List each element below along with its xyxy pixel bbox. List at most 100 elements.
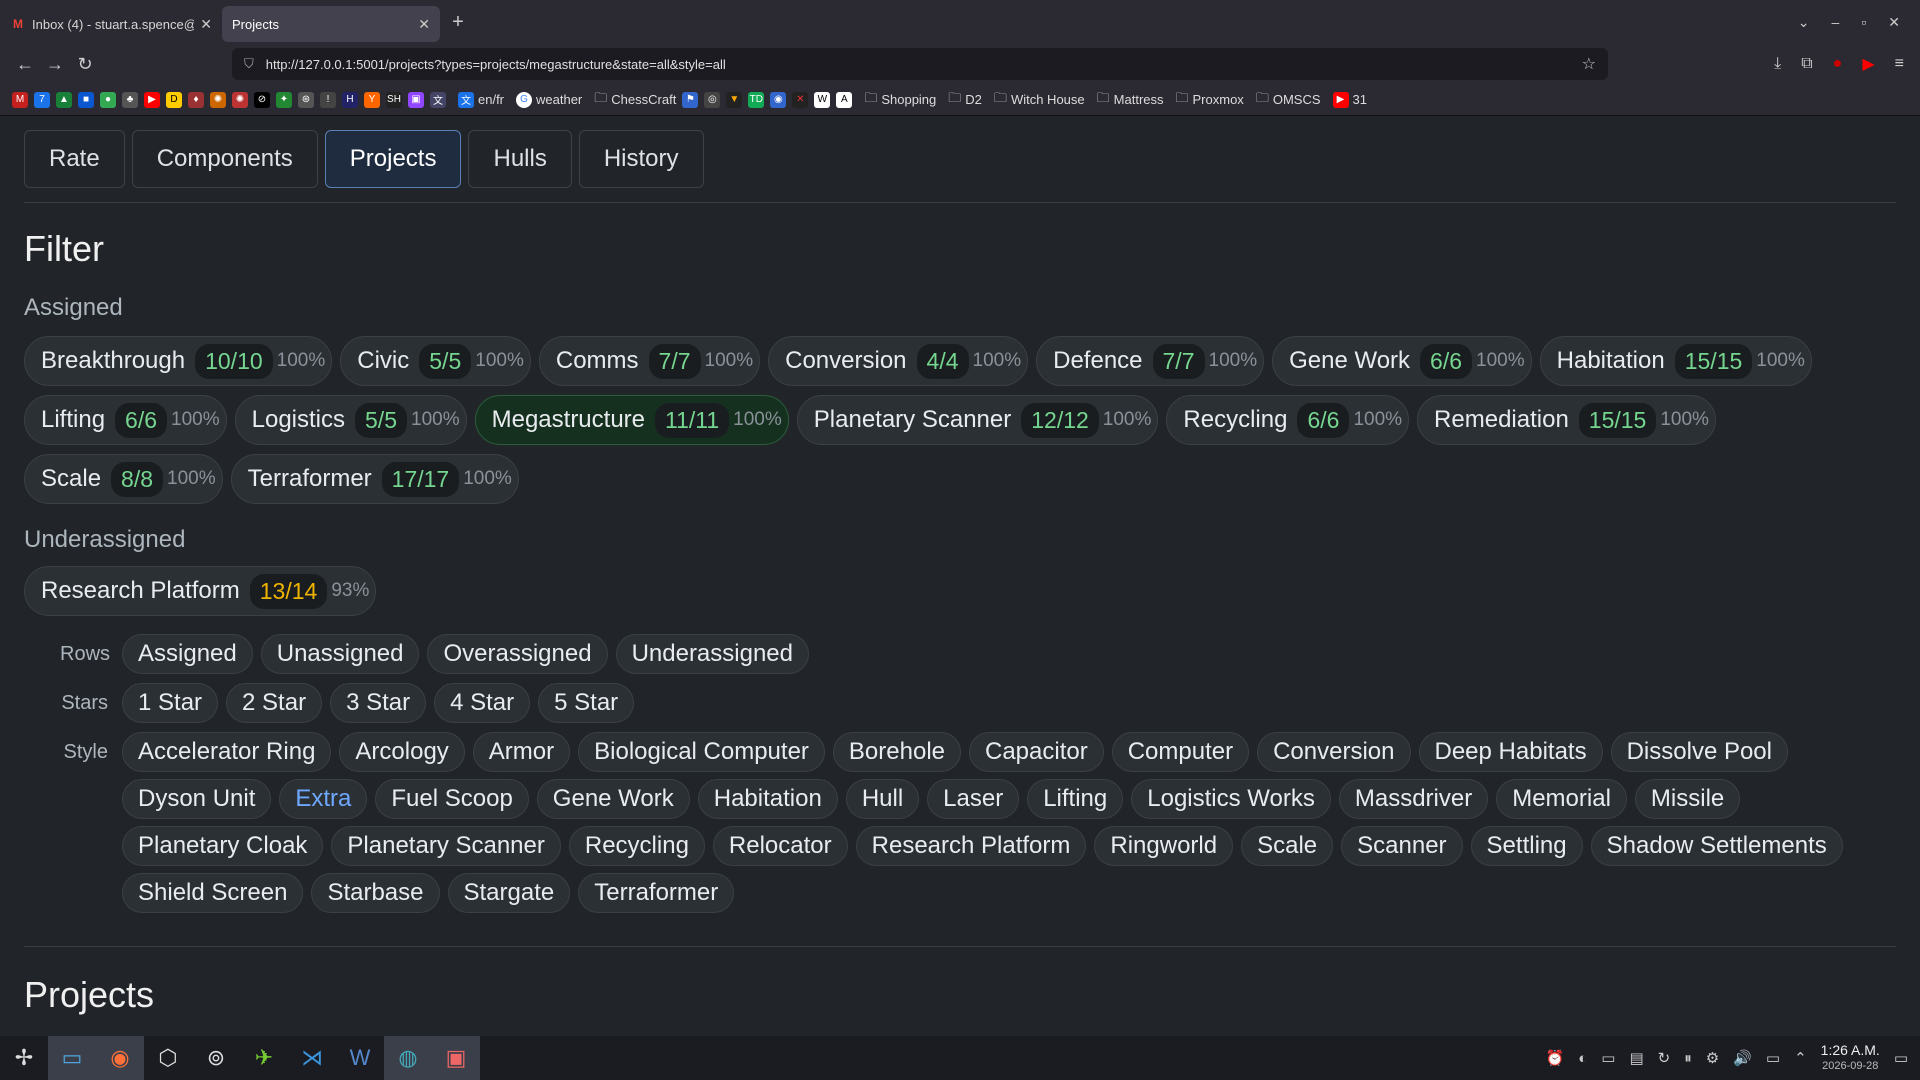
menu-icon[interactable]: ≡ xyxy=(1895,55,1904,73)
row-chip-underassigned[interactable]: Underassigned xyxy=(615,634,809,674)
bookmark-icon[interactable]: ! xyxy=(320,91,336,108)
row-chip-unassigned[interactable]: Unassigned xyxy=(260,634,420,674)
hackernews-bookmark-icon[interactable]: Y xyxy=(364,91,380,108)
notification-icon[interactable]: ⏰ xyxy=(1546,1049,1565,1067)
type-pill-civic[interactable]: Civic 5/5 100% xyxy=(340,336,531,386)
terminal-icon[interactable]: ▭ xyxy=(1601,1049,1615,1067)
bookmark-icon[interactable]: ✺ xyxy=(232,91,248,108)
app-launcher-icon[interactable]: ✢ xyxy=(0,1036,48,1080)
minimize-icon[interactable]: – xyxy=(1832,14,1840,30)
back-icon[interactable]: ← xyxy=(10,54,40,75)
style-chip-stargate[interactable]: Stargate xyxy=(447,873,571,913)
app-icon[interactable]: ✈ xyxy=(240,1036,288,1080)
style-chip-scanner[interactable]: Scanner xyxy=(1341,826,1463,866)
type-pill-recycling[interactable]: Recycling 6/6 100% xyxy=(1166,395,1410,445)
bookmark-weather[interactable]: Gweather xyxy=(516,91,582,108)
type-pill-research-platform[interactable]: Research Platform 13/14 93% xyxy=(24,566,377,616)
bookmark-en-fr[interactable]: 文 en/fr xyxy=(458,91,504,108)
bookmark-icon[interactable]: ◎ xyxy=(704,91,721,108)
star-chip-4[interactable]: 4 Star xyxy=(434,683,531,723)
bookmark-icon[interactable]: ✕ xyxy=(792,91,809,108)
style-chip-starbase[interactable]: Starbase xyxy=(311,873,440,913)
style-chip-shield-screen[interactable]: Shield Screen xyxy=(122,873,304,913)
app-icon[interactable]: ◍ xyxy=(384,1036,432,1080)
type-pill-comms[interactable]: Comms 7/7 100% xyxy=(538,336,761,386)
tab-history[interactable]: History xyxy=(578,130,704,188)
vscode-icon[interactable]: ⋊ xyxy=(288,1036,336,1080)
bookmark-folder-omscs[interactable]: 🗀 OMSCS xyxy=(1256,89,1321,111)
style-chip-missile[interactable]: Missile xyxy=(1634,779,1741,819)
style-chip-massdriver[interactable]: Massdriver xyxy=(1338,779,1489,819)
style-chip-deep-habitats[interactable]: Deep Habitats xyxy=(1418,732,1603,772)
style-chip-armor[interactable]: Armor xyxy=(472,732,571,772)
style-chip-memorial[interactable]: Memorial xyxy=(1496,779,1627,819)
row-chip-overassigned[interactable]: Overassigned xyxy=(427,634,608,674)
tab-components[interactable]: Components xyxy=(131,130,318,188)
style-chip-lifting[interactable]: Lifting xyxy=(1027,779,1124,819)
bookmark-folder-chesscraft[interactable]: 🗀 ChessCraft xyxy=(594,89,676,111)
style-chip-extra[interactable]: Extra xyxy=(279,779,368,819)
drive-bookmark-icon[interactable]: ▲ xyxy=(56,91,72,108)
show-desktop-icon[interactable]: ▭ xyxy=(1894,1049,1908,1067)
style-chip-shadow-settlements[interactable]: Shadow Settlements xyxy=(1590,826,1843,866)
app-icon[interactable]: ⬡ xyxy=(144,1036,192,1080)
style-chip-habitation[interactable]: Habitation xyxy=(697,779,838,819)
style-chip-capacitor[interactable]: Capacitor xyxy=(969,732,1104,772)
style-chip-laser[interactable]: Laser xyxy=(927,779,1020,819)
type-pill-megastructure[interactable]: Megastructure 11/11 100% xyxy=(474,395,789,445)
star-chip-3[interactable]: 3 Star xyxy=(330,683,427,723)
bookmark-icon[interactable]: SH xyxy=(386,91,402,108)
bookmark-icon[interactable]: ♦ xyxy=(188,91,204,108)
bookmark-icon[interactable]: ⊘ xyxy=(254,91,270,108)
bookmark-folder-mattress[interactable]: 🗀 Mattress xyxy=(1097,89,1164,111)
site-info-icon[interactable]: ⛉ xyxy=(244,56,254,72)
style-chip-relocator[interactable]: Relocator xyxy=(712,826,848,866)
star-chip-5[interactable]: 5 Star xyxy=(538,683,635,723)
type-pill-breakthrough[interactable]: Breakthrough 10/10 100% xyxy=(24,336,333,386)
forward-icon[interactable]: → xyxy=(40,54,70,75)
bookmark-icon[interactable]: ◉ xyxy=(770,91,787,108)
app-icon[interactable]: ▣ xyxy=(432,1036,480,1080)
bookmark-folder-shopping[interactable]: 🗀 Shopping xyxy=(864,89,936,111)
bookmark-icon[interactable]: H xyxy=(342,91,358,108)
new-tab-button[interactable]: + xyxy=(440,11,476,34)
media-icon[interactable]: ⏸ xyxy=(1684,1050,1692,1067)
maps-bookmark-icon[interactable]: ● xyxy=(100,91,116,108)
type-pill-lifting[interactable]: Lifting 6/6 100% xyxy=(24,395,227,445)
bookmark-icon[interactable]: 文 xyxy=(430,91,446,108)
type-pill-gene-work[interactable]: Gene Work 6/6 100% xyxy=(1272,336,1532,386)
close-tab-icon[interactable]: ✕ xyxy=(418,16,430,33)
type-pill-planetary-scanner[interactable]: Planetary Scanner 12/12 100% xyxy=(796,395,1159,445)
bookmark-icon[interactable]: ✺ xyxy=(210,91,226,108)
style-chip-gene-work[interactable]: Gene Work xyxy=(536,779,690,819)
tab-projects[interactable]: Projects xyxy=(324,130,462,188)
type-pill-terraformer[interactable]: Terraformer 17/17 100% xyxy=(230,454,519,504)
maximize-icon[interactable]: ▫ xyxy=(1861,14,1866,30)
type-pill-conversion[interactable]: Conversion 4/4 100% xyxy=(768,336,1029,386)
gmail-bookmark-icon[interactable]: M xyxy=(12,91,28,108)
volume-icon[interactable]: 🔊 xyxy=(1733,1049,1752,1067)
firefox-icon[interactable]: ◉ xyxy=(96,1036,144,1080)
style-chip-recycling[interactable]: Recycling xyxy=(568,826,705,866)
url-bar[interactable]: ⛉ http://127.0.0.1:5001/projects?types=p… xyxy=(232,48,1608,80)
bookmark-31[interactable]: ▶ 31 xyxy=(1332,91,1367,108)
bookmark-folder-proxmox[interactable]: 🗀 Proxmox xyxy=(1176,89,1244,111)
youtube-icon[interactable]: ▶ xyxy=(1862,54,1874,74)
bookmark-icon[interactable]: A xyxy=(836,91,853,108)
bookmark-icon[interactable]: W xyxy=(814,91,831,108)
close-tab-icon[interactable]: ✕ xyxy=(200,16,212,33)
steam-icon[interactable]: ⊚ xyxy=(192,1036,240,1080)
reload-icon[interactable]: ↻ xyxy=(70,54,100,75)
bookmark-folder-d2[interactable]: 🗀 D2 xyxy=(948,89,982,111)
bookmark-star-icon[interactable]: ☆ xyxy=(1582,54,1596,74)
star-chip-2[interactable]: 2 Star xyxy=(226,683,323,723)
style-chip-planetary-scanner[interactable]: Planetary Scanner xyxy=(331,826,561,866)
tray-icon[interactable]: ◐ xyxy=(1578,1050,1587,1067)
star-chip-1[interactable]: 1 Star xyxy=(122,683,219,723)
browser-tab-inbox[interactable]: M Inbox (4) - stuart.a.spence@ ✕ xyxy=(0,6,222,42)
tab-rate[interactable]: Rate xyxy=(24,130,125,188)
style-chip-dissolve-pool[interactable]: Dissolve Pool xyxy=(1610,732,1788,772)
close-window-icon[interactable]: ✕ xyxy=(1888,14,1900,31)
clock[interactable]: 1:26 A.M. 2026-09-28 xyxy=(1821,1042,1880,1074)
bookmark-icon[interactable]: ▼ xyxy=(726,91,743,108)
